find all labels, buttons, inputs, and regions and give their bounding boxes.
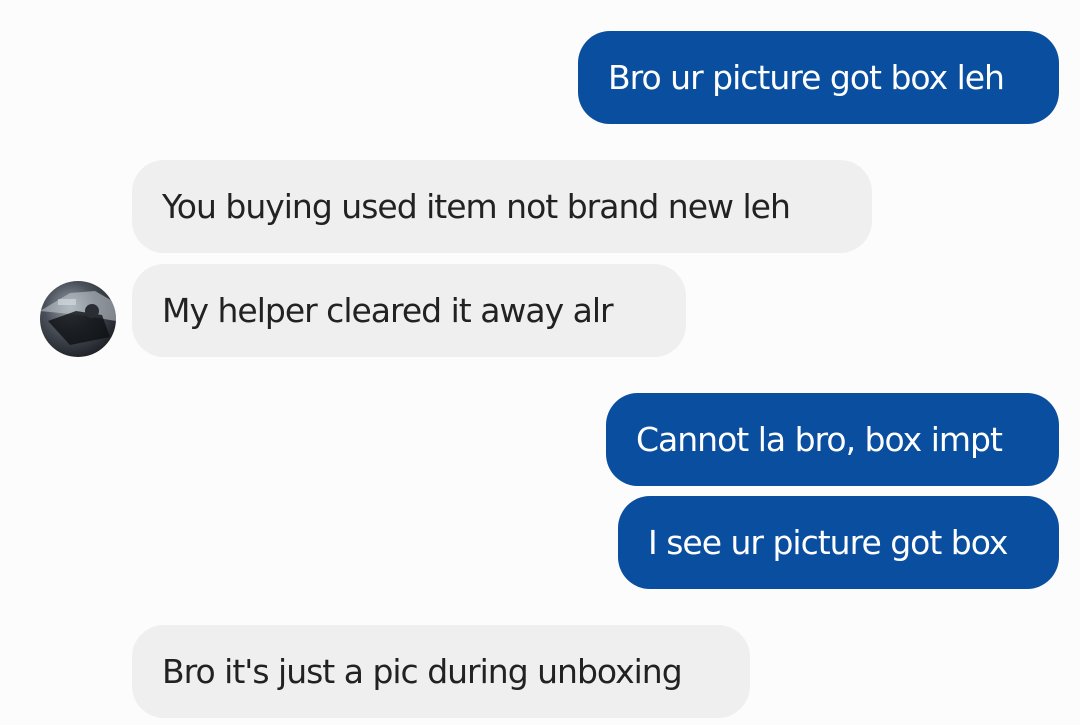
message-bubble-outgoing[interactable]: I see ur picture got box xyxy=(618,496,1059,589)
message-bubble-outgoing[interactable]: Bro ur picture got box leh xyxy=(578,31,1059,124)
message-bubble-outgoing[interactable]: Cannot la bro, box impt xyxy=(606,393,1059,486)
message-bubble-incoming[interactable]: Bro it's just a pic during unboxing xyxy=(132,625,750,718)
message-bubble-incoming[interactable]: My helper cleared it away alr xyxy=(132,264,686,357)
message-bubble-incoming[interactable]: You buying used item not brand new leh xyxy=(132,160,872,253)
chat-thread: Bro ur picture got box leh You buying us… xyxy=(0,0,1080,725)
avatar-photo-icon xyxy=(40,281,116,357)
sender-avatar[interactable] xyxy=(40,281,116,357)
